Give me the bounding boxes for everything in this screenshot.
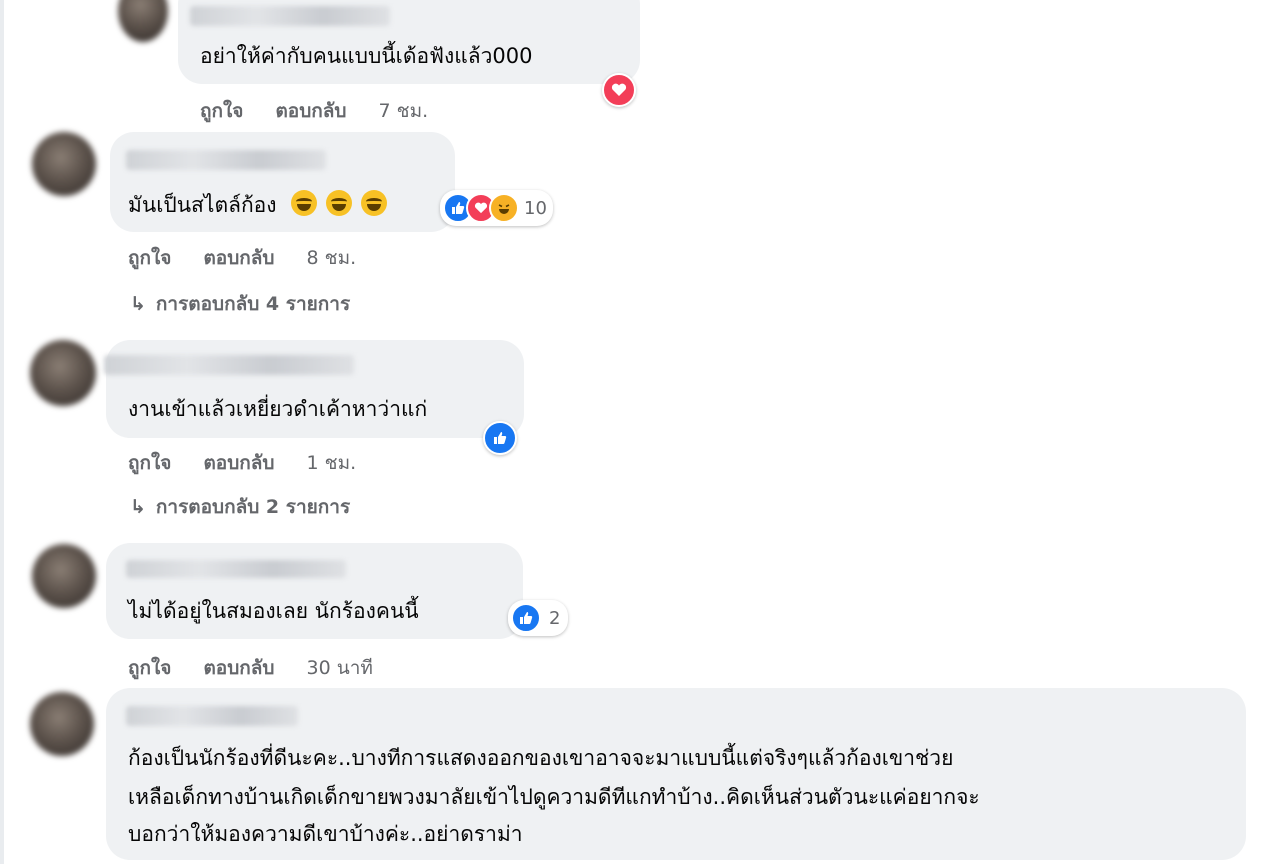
comment-text: มันเป็นสไตล์ก้อง bbox=[128, 193, 277, 217]
laughing-emoji-icon bbox=[325, 190, 352, 216]
reply-action[interactable]: ตอบกลับ bbox=[203, 452, 274, 474]
replies-count-label: การตอบกลับ 2 รายการ bbox=[155, 496, 351, 518]
like-reaction-icon bbox=[511, 603, 541, 633]
reply-arrow-icon: ↳ bbox=[130, 293, 146, 315]
commenter-name-blurred[interactable] bbox=[126, 706, 298, 726]
reply-action[interactable]: ตอบกลับ bbox=[203, 247, 274, 269]
reply-action[interactable]: ตอบกลับ bbox=[203, 657, 274, 679]
comment-text-line-1: ก้องเป็นนักร้องที่ดีนะคะ..บางทีการแสดงออ… bbox=[128, 746, 954, 770]
reaction-count: 2 bbox=[549, 607, 561, 629]
commenter-name-blurred[interactable] bbox=[126, 150, 326, 170]
comment-time[interactable]: 30 นาที bbox=[307, 657, 373, 679]
comment-actions: ถูกใจ ตอบกลับ 7 ชม. bbox=[200, 96, 454, 126]
laughing-emoji-icon bbox=[291, 190, 318, 216]
like-action[interactable]: ถูกใจ bbox=[200, 100, 243, 122]
avatar[interactable] bbox=[30, 692, 94, 756]
haha-reaction-icon bbox=[489, 193, 519, 223]
like-action[interactable]: ถูกใจ bbox=[128, 452, 171, 474]
comment-actions: ถูกใจ ตอบกลับ 1 ชม. bbox=[128, 448, 382, 478]
avatar[interactable] bbox=[32, 544, 96, 608]
view-replies-link[interactable]: ↳ การตอบกลับ 4 รายการ bbox=[130, 289, 350, 319]
comment-text: อย่าให้ค่ากับคนแบบนี้เด้อฟังแล้ว000 bbox=[200, 44, 533, 68]
avatar[interactable] bbox=[32, 132, 96, 196]
replies-count-label: การตอบกลับ 4 รายการ bbox=[155, 293, 351, 315]
comment-text: งานเข้าแล้วเหยี่ยวดำเค้าหาว่าแก่ bbox=[128, 397, 428, 421]
commenter-name-blurred[interactable] bbox=[104, 355, 354, 375]
like-action[interactable]: ถูกใจ bbox=[128, 247, 171, 269]
comment-time[interactable]: 7 ชม. bbox=[379, 100, 429, 122]
comment-text-row: มันเป็นสไตล์ก้อง bbox=[128, 187, 387, 223]
comment-time[interactable]: 8 ชม. bbox=[307, 247, 357, 269]
reply-action[interactable]: ตอบกลับ bbox=[275, 100, 346, 122]
avatar[interactable] bbox=[118, 0, 168, 42]
left-edge-divider bbox=[0, 0, 4, 864]
comment-text-line-2: เหลือเด็กทางบ้านเกิดเด็กขายพวงมาลัยเข้าไ… bbox=[128, 785, 980, 809]
commenter-name-blurred[interactable] bbox=[126, 560, 346, 578]
reaction-summary[interactable]: 2 bbox=[508, 600, 569, 636]
view-replies-link[interactable]: ↳ การตอบกลับ 2 รายการ bbox=[130, 492, 350, 522]
reaction-count: 10 bbox=[524, 197, 547, 219]
comment-text: ไม่ได้อยู่ในสมองเลย นักร้องคนนี้ bbox=[128, 599, 419, 623]
commenter-name-blurred[interactable] bbox=[190, 6, 390, 26]
like-action[interactable]: ถูกใจ bbox=[128, 657, 171, 679]
avatar[interactable] bbox=[30, 340, 96, 406]
reaction-summary[interactable]: 10 bbox=[440, 190, 553, 226]
reaction-like-icon[interactable] bbox=[483, 421, 517, 455]
reaction-love-icon[interactable] bbox=[602, 73, 636, 107]
comment-actions: ถูกใจ ตอบกลับ 30 นาที bbox=[128, 653, 399, 683]
reply-arrow-icon: ↳ bbox=[130, 496, 146, 518]
laughing-emoji-icon bbox=[360, 190, 387, 216]
comment-time[interactable]: 1 ชม. bbox=[307, 452, 357, 474]
comment-text-line-3: บอกว่าให้มองความดีเขาบ้างค่ะ..อย่าดราม่า bbox=[128, 822, 523, 846]
comment-actions: ถูกใจ ตอบกลับ 8 ชม. bbox=[128, 243, 382, 273]
